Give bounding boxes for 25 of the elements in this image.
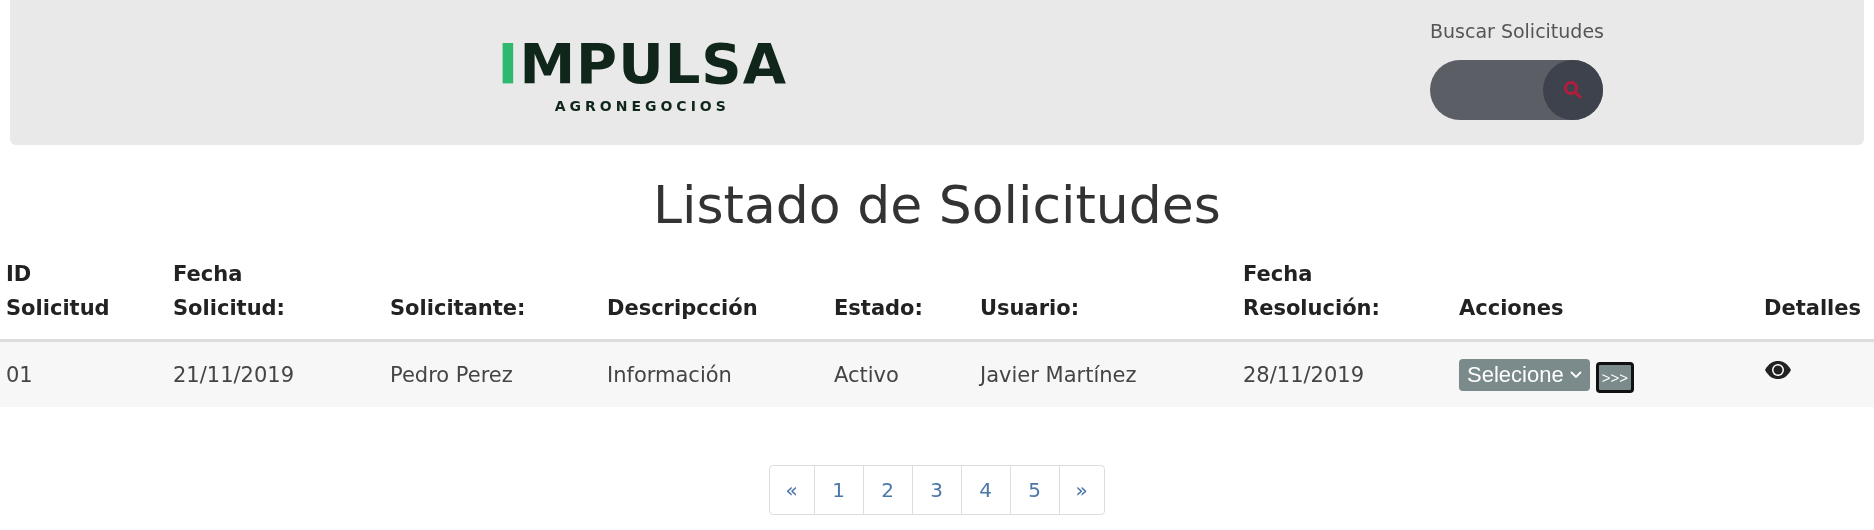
page-link[interactable]: « [768, 465, 815, 515]
table-cell: 21/11/2019 [167, 340, 384, 407]
logo-text: IMPULSA [497, 36, 787, 92]
page-title: Listado de Solicitudes [652, 175, 1222, 235]
table-cell: Javier Martínez [974, 340, 1237, 407]
table-cell: Activo [828, 340, 974, 407]
search-label: Buscar Solicitudes [1429, 20, 1604, 42]
search-field[interactable] [1429, 60, 1603, 120]
page-link[interactable]: 2 [862, 465, 913, 515]
table-cell: Pedro Perez [384, 340, 601, 407]
page-link[interactable]: » [1058, 465, 1105, 515]
eye-icon[interactable] [1764, 359, 1792, 380]
logo-tagline: AGRONEGOCIOS [554, 98, 730, 114]
page-link[interactable]: 1 [813, 465, 864, 515]
search-button[interactable] [1542, 60, 1603, 120]
page-link[interactable]: 5 [1009, 465, 1060, 515]
page-link[interactable]: 3 [911, 465, 962, 515]
table-cell: 01 [0, 340, 167, 407]
go-button[interactable]: >>> [1595, 362, 1634, 393]
page-link[interactable]: 4 [960, 465, 1011, 515]
table-cell: Información [601, 340, 828, 407]
table-cell: 28/11/2019 [1237, 340, 1453, 407]
action-select[interactable]: Selecione [1459, 358, 1590, 391]
search-icon [1562, 80, 1583, 100]
chevron-down-icon [1569, 370, 1582, 379]
